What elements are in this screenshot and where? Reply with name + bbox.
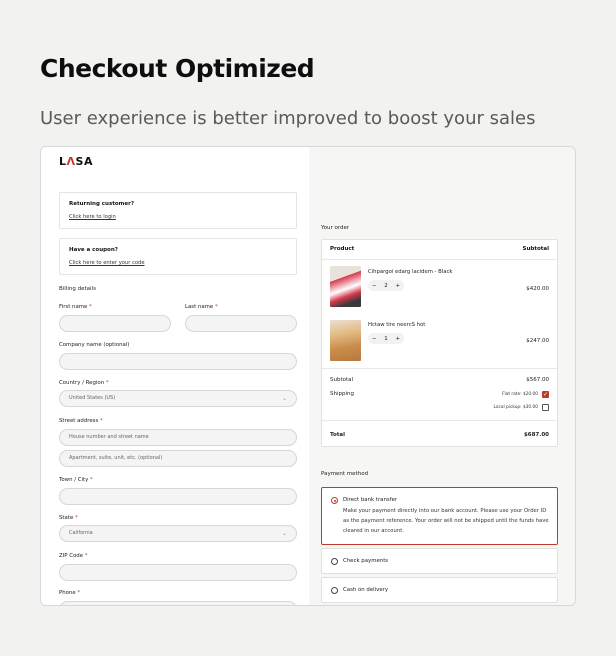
checkout-window: LΛSA Returning customer? Click here to l… [40,146,576,606]
billing-heading: Billing details [59,286,96,292]
town-label: Town / City * [59,477,93,483]
hero-subtitle: User experience is better improved to bo… [40,108,536,129]
last-name-label: Last name * [185,304,218,310]
radio-icon[interactable] [331,587,338,594]
zip-field[interactable] [59,564,297,581]
payment-heading: Payment method [321,471,369,477]
minus-icon[interactable]: − [372,336,377,342]
product-price: $247.00 [526,338,549,344]
payment-description: Make your payment directly into our bank… [343,508,549,534]
payment-option-check[interactable]: Check payments [321,548,558,574]
quantity-value: 2 [384,282,388,289]
radio-selected-icon[interactable] [331,497,338,504]
payment-option-cod[interactable]: Cash on delivery [321,577,558,603]
payment-option-label: Check payments [343,558,389,564]
hero-title: Checkout Optimized [40,54,315,83]
street-label: Street address * [59,418,103,424]
login-link[interactable]: Click here to login [69,214,287,220]
state-label: State * [59,515,78,521]
col-subtotal: Subtotal [522,246,549,252]
shipping-flat-rate[interactable]: Flat rate: $20.00 ✓ [502,391,549,398]
last-name-field[interactable] [185,315,297,332]
product-name: Hctaw tire neercS hot [368,322,426,328]
divider [322,420,557,421]
first-name-field[interactable] [59,315,171,332]
town-field[interactable] [59,488,297,505]
plus-icon[interactable]: + [395,336,400,342]
order-heading: Your order [321,225,350,231]
product-name: Cihpargoi edarg lacidem - Black [368,269,453,275]
order-summary: Product Subtotal Cihpargoi edarg lacidem… [321,239,558,447]
phone-label: Phone * [59,590,81,596]
subtotal-row: Subtotal $567.00 [330,377,549,383]
radio-icon[interactable] [331,558,338,565]
quantity-stepper[interactable]: − 1 + [368,333,404,344]
state-select[interactable]: California ⌄ [59,525,297,542]
billing-panel: LΛSA Returning customer? Click here to l… [41,147,309,605]
payment-option-label: Cash on delivery [343,587,389,593]
shipping-local-pickup[interactable]: Local pickup: $30.00 [494,404,549,411]
coupon-link[interactable]: Click here to enter your code [69,260,287,266]
first-name-label: First name * [59,304,92,310]
payment-option-label: Direct bank transfer [343,497,398,503]
payment-option-bank[interactable]: Direct bank transfer Make your payment d… [321,487,558,545]
checkbox-checked-icon[interactable]: ✓ [542,391,549,398]
country-select[interactable]: United States (US) ⌄ [59,390,297,407]
divider [322,259,557,260]
divider [322,368,557,369]
coupon-box: Have a coupon? Click here to enter your … [59,238,297,275]
minus-icon[interactable]: − [372,283,377,289]
checkbox-icon[interactable] [542,404,549,411]
country-label: Country / Region * [59,380,109,386]
coupon-title: Have a coupon? [69,247,118,253]
order-table-header: Product Subtotal [330,246,549,252]
zip-label: ZIP Code * [59,553,88,559]
returning-customer-box: Returning customer? Click here to login [59,192,297,229]
company-field[interactable] [59,353,297,370]
chevron-down-icon: ⌄ [281,395,287,402]
street-field-2[interactable]: Apartment, suite, unit, etc. (optional) [59,450,297,467]
quantity-value: 1 [384,335,388,342]
total-row: Total $687.00 [330,432,549,438]
order-panel: Your order Product Subtotal Cihpargoi ed… [309,147,575,605]
chevron-down-icon: ⌄ [281,530,287,537]
plus-icon[interactable]: + [395,283,400,289]
street-field-1[interactable]: House number and street name [59,429,297,446]
phone-field[interactable] [59,601,297,605]
quantity-stepper[interactable]: − 2 + [368,280,404,291]
company-label: Company name (optional) [59,342,130,348]
product-price: $420.00 [526,286,549,292]
product-image [330,320,361,361]
brand-logo[interactable]: LΛSA [59,155,93,168]
product-image [330,266,361,307]
returning-customer-title: Returning customer? [69,201,135,207]
col-product: Product [330,246,355,252]
